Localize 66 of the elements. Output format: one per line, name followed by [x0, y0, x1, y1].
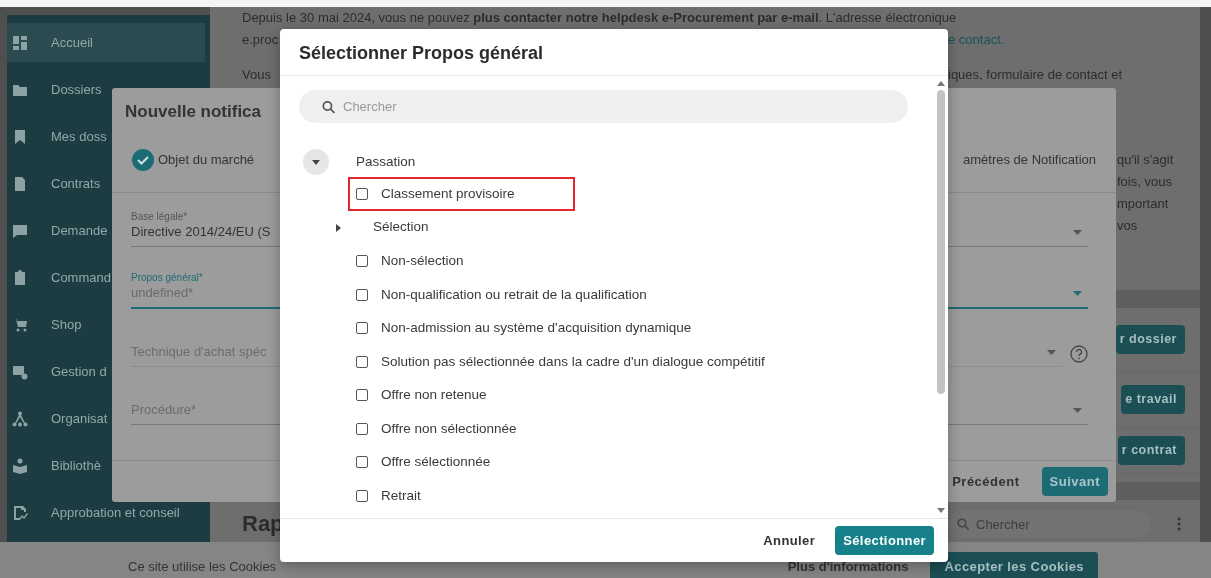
category-row[interactable]: Sélection [348, 210, 437, 245]
dialog-title: Nouvelle notifica [125, 101, 262, 123]
checkbox[interactable] [356, 389, 368, 402]
checkbox-option[interactable]: Non-sélection [348, 244, 472, 278]
sidebar-item[interactable]: Shop [7, 301, 205, 348]
checkbox[interactable] [356, 489, 368, 502]
checkbox-option[interactable]: Classement provisoire [348, 177, 575, 211]
checkbox[interactable] [356, 187, 368, 200]
notice-text: vos [1117, 217, 1138, 235]
category-label[interactable]: Passation [356, 151, 416, 173]
search-icon [322, 100, 335, 113]
clipboard-icon [12, 269, 28, 286]
checkbox[interactable] [356, 322, 368, 335]
notice-text: e.proc [242, 31, 279, 49]
checkbox-option[interactable]: Offre sélectionnée [348, 445, 499, 479]
checkbox-option[interactable]: Solution pas sélectionnée dans la cadre d'un dialogue compétitif [348, 345, 773, 379]
scroll-up-arrow [937, 81, 945, 86]
document-icon [12, 175, 28, 192]
cookie-text: Ce site utilise les Cookies [128, 558, 277, 576]
checkbox-option[interactable]: Non-qualification ou retrait de la qualification [348, 278, 655, 312]
checkbox-option[interactable]: Retrait [348, 479, 429, 513]
notice-text: qu'il s'agit [1117, 151, 1174, 169]
notice-text: mportant [1117, 195, 1169, 213]
chat-bubble-icon [12, 222, 28, 239]
scroll-down-arrow [937, 508, 945, 513]
action-button[interactable]: r dossier [1115, 325, 1185, 354]
notice-text: Vous [242, 66, 271, 84]
sidebar-item[interactable]: Approbation et conseil [7, 489, 205, 536]
caret-icon [336, 223, 341, 232]
notice-text: iques, formulaire de contact et [948, 66, 1123, 84]
action-button[interactable]: r contrat [1117, 436, 1185, 465]
caret-icon [1073, 230, 1082, 235]
cancel-button[interactable]: Annuler [757, 529, 822, 552]
checkbox[interactable] [356, 355, 368, 368]
card-gear-icon [12, 363, 28, 380]
notice-text: Depuis le 30 mai 2024, vous ne pouvez plus contacter notre helpdesk e-Procurement par e-mail. L'adresse électronique [242, 9, 957, 27]
expand-button[interactable] [303, 149, 329, 175]
dashboard-icon [12, 34, 28, 51]
select-button[interactable]: Sélectionner [835, 526, 934, 555]
modal-title: Sélectionner Propos général [299, 42, 545, 64]
caret-icon [1073, 408, 1082, 413]
checkbox[interactable] [356, 288, 368, 301]
next-button[interactable]: Suivant [1041, 467, 1108, 496]
search-icon [957, 518, 969, 530]
sidebar-item[interactable]: Bibliothè [7, 442, 205, 489]
caret-icon [312, 159, 320, 165]
notice-text: fois, vous [1117, 173, 1172, 191]
caret-icon [1047, 350, 1056, 355]
chart-icon [12, 504, 28, 521]
more-icon[interactable] [1177, 517, 1181, 531]
checkbox-option[interactable]: Offre non retenue [348, 378, 495, 412]
step-label[interactable]: amètres de Notification [963, 149, 1096, 171]
checkbox[interactable] [356, 422, 368, 435]
scrollbar-thumb[interactable] [937, 90, 945, 394]
hierarchy-icon [12, 410, 28, 427]
search-field[interactable]: Chercher [299, 90, 908, 123]
bookmark-icon [12, 128, 28, 145]
back-button[interactable]: Précédent [946, 470, 1026, 493]
checkbox[interactable] [356, 255, 368, 268]
checkbox-option[interactable]: Offre non sélectionnée [348, 412, 525, 446]
checkbox[interactable] [356, 456, 368, 469]
book-icon [12, 457, 28, 474]
step-label[interactable]: Objet du marché [158, 149, 255, 171]
accept-button[interactable]: Accepter les Cookies [930, 552, 1098, 578]
action-button[interactable]: e travail [1121, 385, 1185, 414]
checkbox-option[interactable]: Non-admission au système d'acquisition dynamique [348, 311, 700, 345]
